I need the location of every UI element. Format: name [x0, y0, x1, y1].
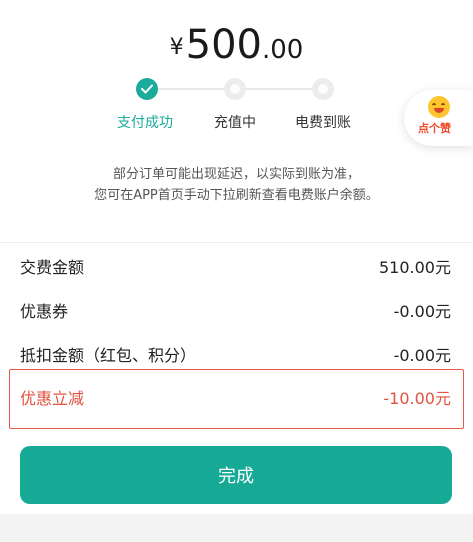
discount-highlight-frame [9, 369, 464, 429]
delay-notice: 部分订单可能出现延迟，以实际到账为准， 您可在APP首页手动下拉刷新查看电费账户… [0, 164, 473, 206]
detail-value: -0.00元 [393, 302, 451, 321]
detail-value: 510.00元 [379, 258, 451, 277]
notice-line: 部分订单可能出现延迟，以实际到账为准， [112, 167, 360, 182]
detail-row-deduction: 抵扣金额（红包、积分） -0.00元 [0, 330, 473, 374]
step-connector [158, 88, 224, 90]
step-pending-icon [312, 78, 334, 100]
smile-emoji-icon [428, 96, 450, 118]
detail-label: 抵扣金额（红包、积分） [20, 346, 197, 365]
notice-line: 您可在APP首页手动下拉刷新查看电费账户余额。 [94, 188, 379, 203]
detail-label: 优惠券 [20, 302, 69, 321]
done-button[interactable]: 完成 [20, 446, 452, 504]
step-pending-icon [224, 78, 246, 100]
detail-label: 交费金额 [20, 258, 85, 277]
step-label-credited: 电费到账 [295, 115, 351, 131]
step-done-icon [136, 78, 158, 100]
step-label-paid: 支付成功 [117, 115, 173, 131]
detail-row-paid-amount: 交费金额 510.00元 [0, 242, 473, 286]
progress-steps: 支付成功 充值中 电费到账 [0, 0, 473, 140]
step-connector [246, 88, 312, 90]
detail-value: -0.00元 [393, 346, 451, 365]
like-button[interactable]: 点个赞 [404, 90, 473, 146]
detail-row-coupon: 优惠券 -0.00元 [0, 286, 473, 330]
like-button-label: 点个赞 [418, 122, 451, 135]
bottom-area [0, 514, 473, 542]
step-label-recharging: 充值中 [214, 115, 256, 131]
